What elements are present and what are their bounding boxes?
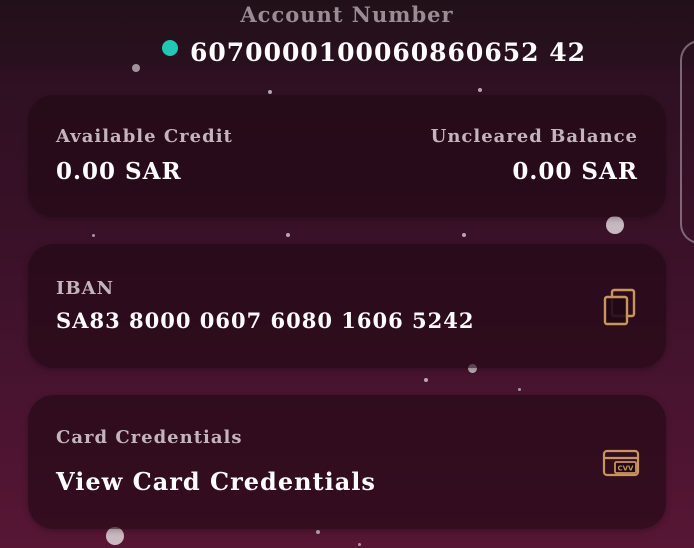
copy-icon[interactable] [602, 288, 638, 326]
card-credentials-label: Card Credentials [56, 427, 243, 448]
balances-card: Available Credit 0.00 SAR Uncleared Bala… [28, 95, 666, 217]
view-card-credentials-button[interactable]: View Card Credentials [56, 467, 376, 496]
account-number-value: 6070000100060860652 42 [190, 37, 586, 67]
cvv-icon-text: CVV [618, 465, 635, 473]
edge-scroll-handle[interactable] [680, 40, 694, 244]
sparkle-dot [268, 90, 272, 94]
available-credit-label: Available Credit [56, 126, 233, 147]
sparkle-dot [606, 216, 624, 234]
iban-value: SA83 8000 0607 6080 1606 5242 [56, 308, 475, 333]
account-status-dot [162, 40, 178, 56]
available-credit-value: 0.00 SAR [56, 158, 182, 185]
account-number-label: Account Number [240, 2, 454, 27]
sparkle-dot [106, 527, 124, 545]
sparkle-dot [478, 88, 482, 92]
sparkle-dot [462, 233, 466, 237]
uncleared-balance-label: Uncleared Balance [430, 126, 638, 147]
iban-card: IBAN SA83 8000 0607 6080 1606 5242 [28, 244, 666, 368]
sparkle-dot [286, 233, 290, 237]
sparkle-dot [518, 388, 521, 391]
sparkle-dot [132, 64, 140, 72]
card-credentials-card[interactable]: Card Credentials View Card Credentials C… [28, 395, 666, 529]
sparkle-dot [424, 378, 428, 382]
uncleared-balance-value: 0.00 SAR [512, 158, 638, 185]
sparkle-dot [316, 530, 320, 534]
card-cvv-icon[interactable]: CVV [602, 449, 640, 477]
sparkle-dot [92, 234, 95, 237]
sparkle-dot [358, 543, 361, 546]
iban-label: IBAN [56, 278, 115, 299]
account-number-row: 6070000100060860652 42 [162, 36, 586, 68]
